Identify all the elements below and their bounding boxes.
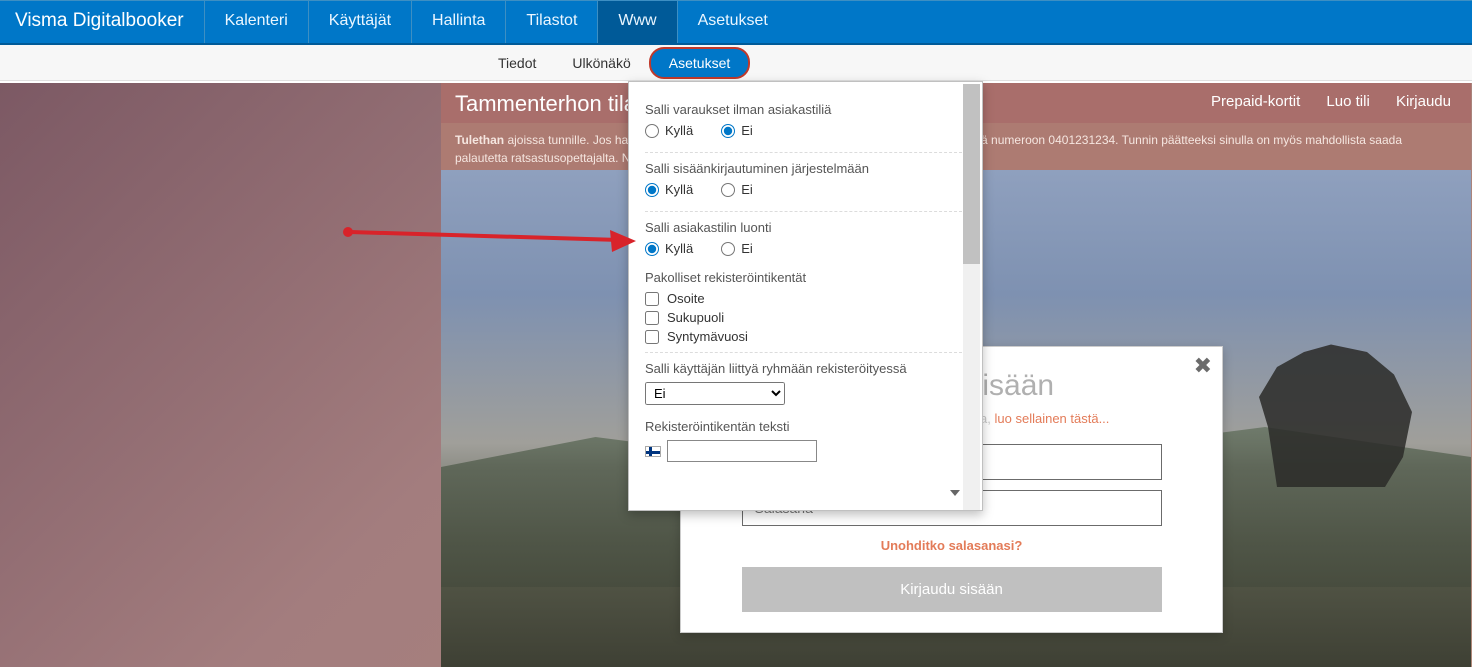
radio-s3-yes[interactable]: Kyllä xyxy=(645,241,693,256)
radio-s2-no[interactable]: Ei xyxy=(721,182,753,197)
radio-s3-no[interactable]: Ei xyxy=(721,241,753,256)
subnav-ulkonako[interactable]: Ulkönäkö xyxy=(554,49,648,77)
subnav-asetukset[interactable]: Asetukset xyxy=(649,47,750,79)
forgot-password-link[interactable]: Unohditko salasanasi? xyxy=(709,538,1194,553)
radio-s1-no[interactable]: Ei xyxy=(721,123,753,138)
top-nav: Visma Digitalbooker Kalenteri Käyttäjät … xyxy=(0,0,1472,45)
subnav-tiedot[interactable]: Tiedot xyxy=(480,49,554,77)
preview-links: Prepaid-kortit Luo tili Kirjaudu xyxy=(1189,93,1451,110)
nav-asetukset[interactable]: Asetukset xyxy=(677,1,788,43)
login-button[interactable]: Kirjaudu sisään xyxy=(742,567,1162,612)
label-join-group: Salli käyttäjän liittyä ryhmään rekister… xyxy=(645,361,962,376)
scrollbar-thumb[interactable] xyxy=(963,84,980,264)
registration-text-input[interactable] xyxy=(667,440,817,462)
nav-www[interactable]: Www xyxy=(597,1,676,43)
dropdown-arrow-icon[interactable] xyxy=(950,490,960,496)
preview-title-text: Tammenterhon tila xyxy=(455,91,636,116)
nav-kalenteri[interactable]: Kalenteri xyxy=(204,1,308,43)
nav-kayttajat[interactable]: Käyttäjät xyxy=(308,1,411,43)
label-allow-login: Salli sisäänkirjautuminen järjestelmään xyxy=(645,161,962,176)
link-kirjaudu[interactable]: Kirjaudu xyxy=(1396,93,1451,110)
select-join-group[interactable]: Ei xyxy=(645,382,785,405)
sub-nav: Tiedot Ulkönäkö Asetukset xyxy=(0,45,1472,81)
link-luotili[interactable]: Luo tili xyxy=(1326,93,1369,110)
flag-fi-icon xyxy=(645,446,661,457)
chk-sukupuoli[interactable] xyxy=(645,311,659,325)
create-account-link[interactable]: luo sellainen tästä... xyxy=(995,411,1110,426)
chk-sukupuoli-label: Sukupuoli xyxy=(667,310,724,325)
chk-osoite-label: Osoite xyxy=(667,291,705,306)
close-icon[interactable]: ✖ xyxy=(1194,353,1212,379)
label-allow-booking-no-account: Salli varaukset ilman asiakastiliä xyxy=(645,102,962,117)
notice-strong: Tulethan xyxy=(455,133,504,147)
chk-syntyma-label: Syntymävuosi xyxy=(667,329,748,344)
label-registration-text: Rekisteröintikentän teksti xyxy=(645,419,962,434)
radio-s2-yes[interactable]: Kyllä xyxy=(645,182,693,197)
link-prepaid[interactable]: Prepaid-kortit xyxy=(1211,93,1300,110)
nav-hallinta[interactable]: Hallinta xyxy=(411,1,505,43)
radio-s1-yes[interactable]: Kyllä xyxy=(645,123,693,138)
label-mandatory-fields: Pakolliset rekisteröintikentät xyxy=(645,270,962,285)
chk-osoite[interactable] xyxy=(645,292,659,306)
settings-dropdown-panel: Salli varaukset ilman asiakastiliä Kyllä… xyxy=(628,81,983,511)
nav-tilastot[interactable]: Tilastot xyxy=(505,1,597,43)
label-allow-create-account: Salli asiakastilin luonti xyxy=(645,220,962,235)
chk-syntyma[interactable] xyxy=(645,330,659,344)
brand-label: Visma Digitalbooker xyxy=(0,1,204,43)
